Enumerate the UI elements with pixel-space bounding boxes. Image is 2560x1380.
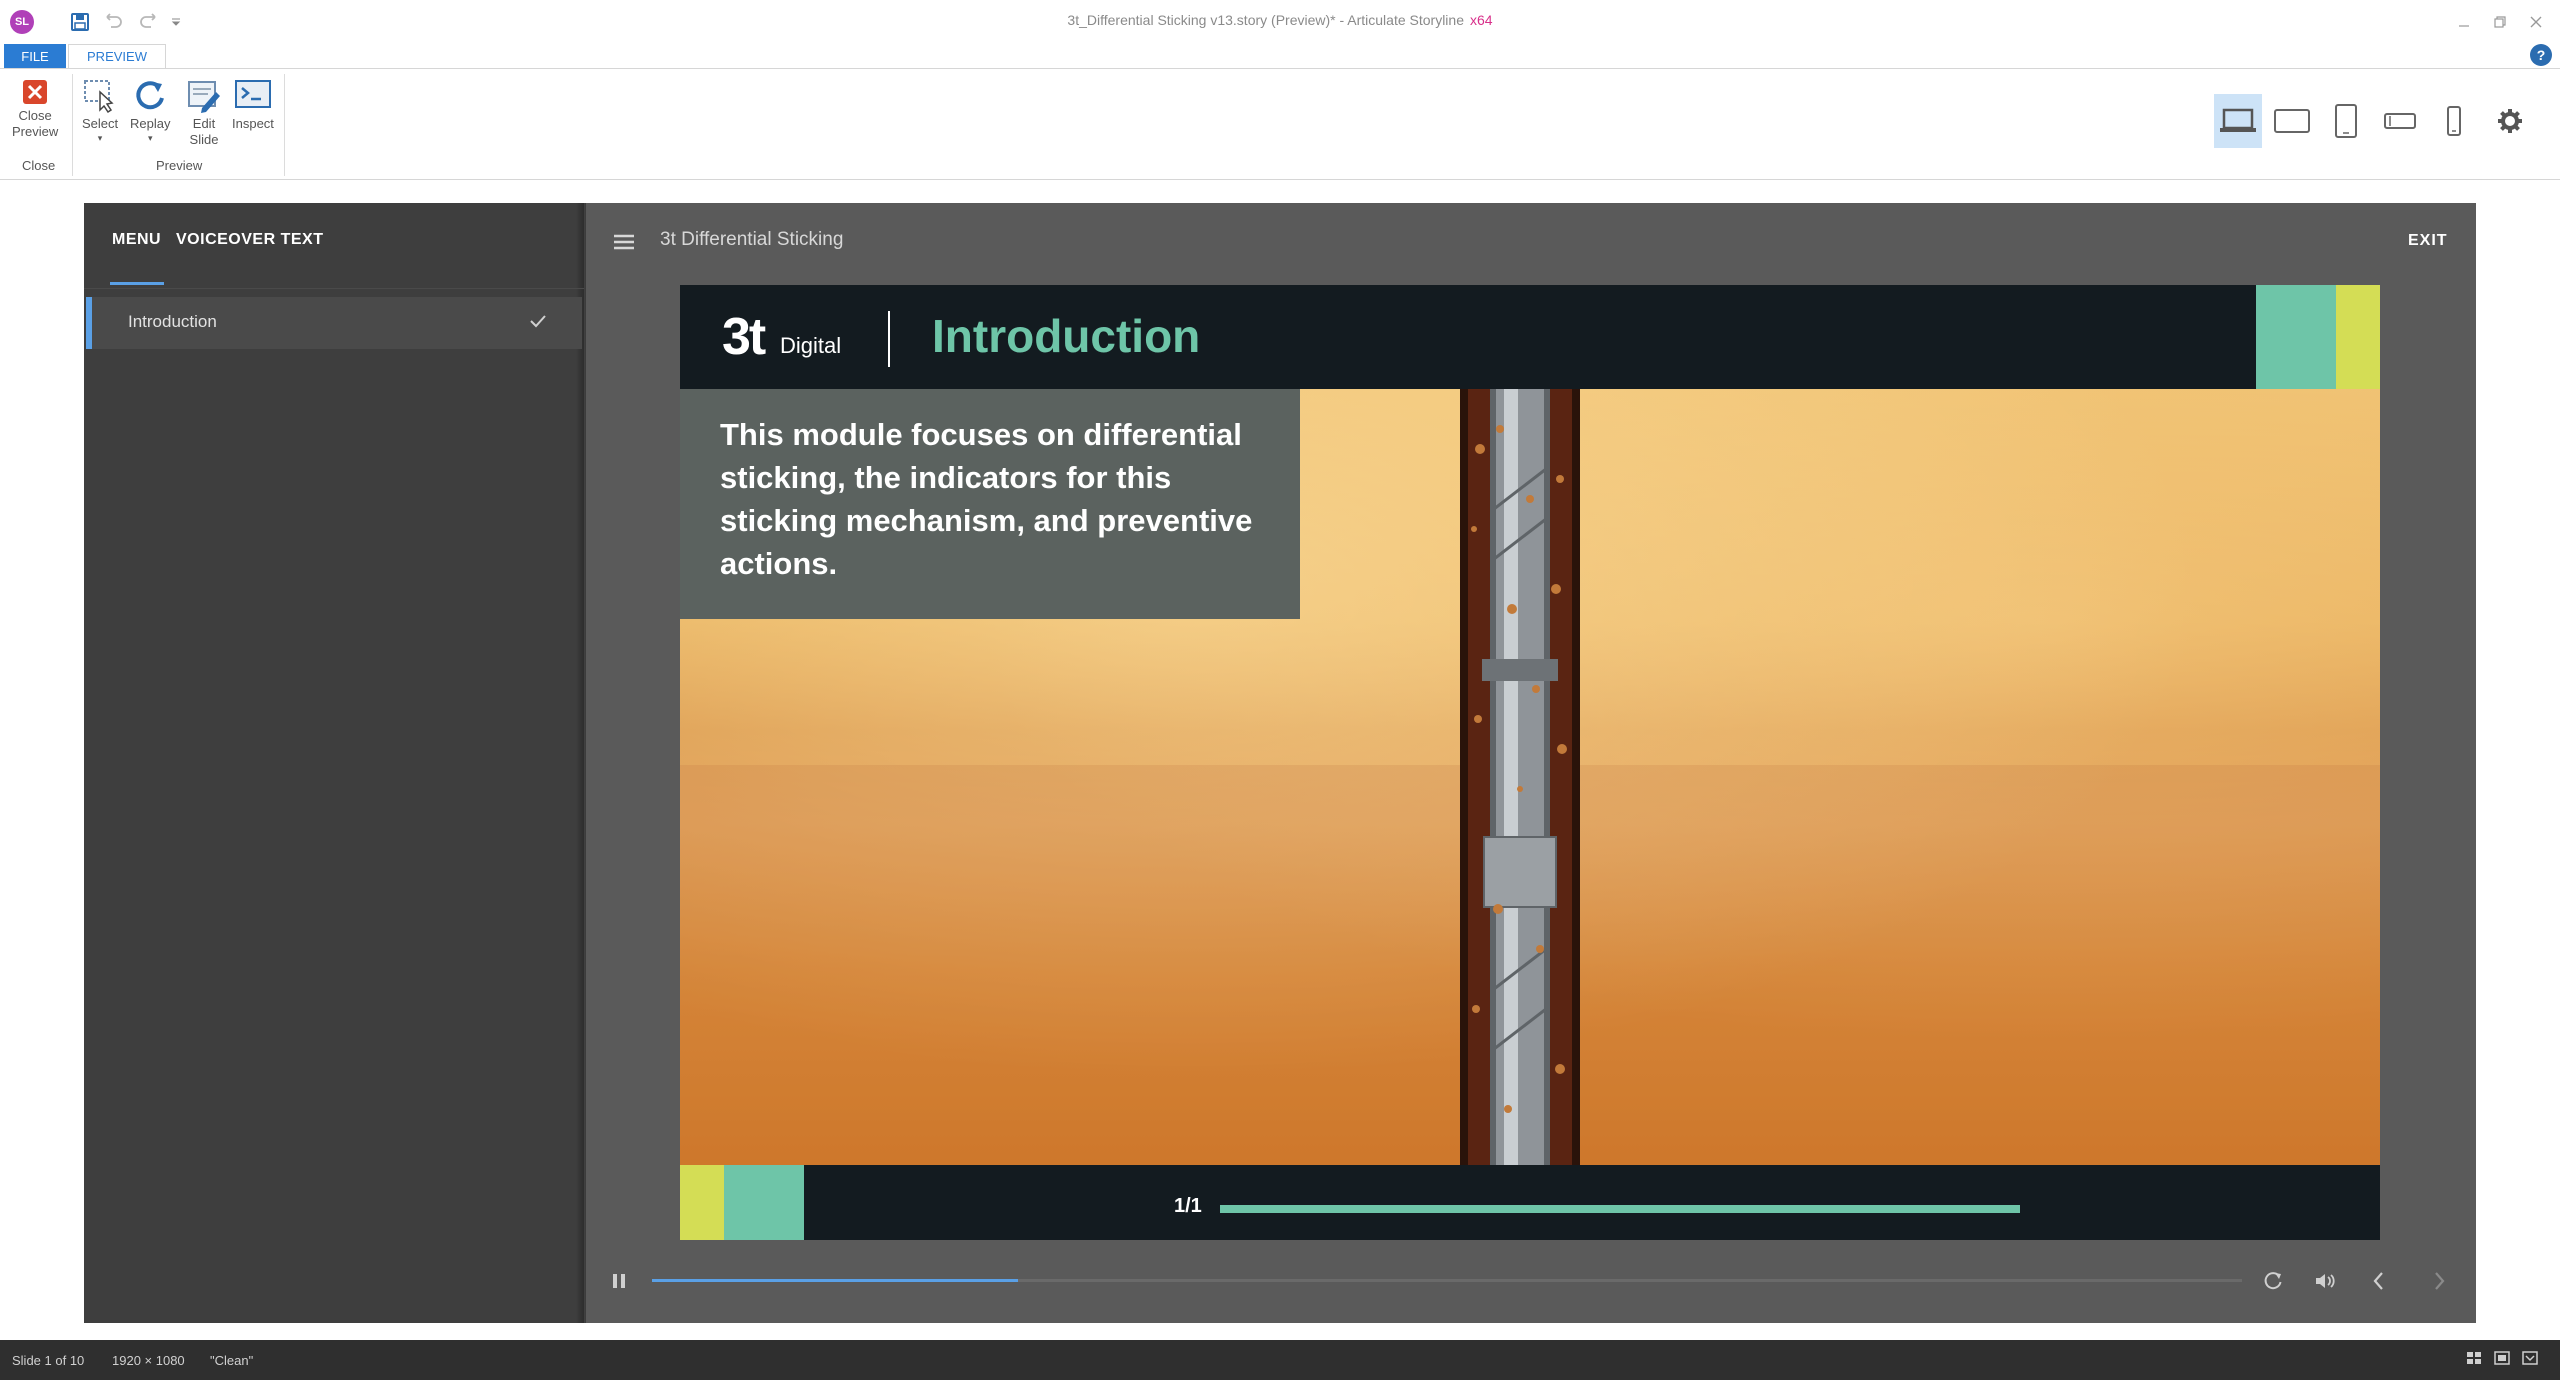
brand-logo-sub: Digital: [780, 333, 842, 358]
slide-footer: [680, 1165, 2380, 1240]
close-preview-label-2: Preview: [12, 124, 59, 139]
brand-logo: 3t: [722, 308, 766, 366]
checkmark-icon: [528, 311, 548, 336]
inspect-button[interactable]: Inspect: [232, 78, 274, 132]
replay-button[interactable]: Replay ▾: [130, 78, 171, 143]
edit-slide-label-2: Slide: [189, 132, 219, 147]
replay-dropdown-icon[interactable]: ▾: [148, 134, 153, 143]
exit-button[interactable]: EXIT: [2408, 232, 2448, 250]
active-tab-indicator: [110, 282, 164, 285]
close-x-icon: [23, 80, 48, 104]
select-label: Select: [82, 116, 119, 131]
seekbar-progress: [652, 1279, 1018, 1282]
replay-label: Replay: [130, 116, 171, 131]
select-dropdown-icon[interactable]: ▾: [98, 134, 103, 143]
restore-icon[interactable]: [2486, 10, 2514, 34]
gear-icon: [2498, 109, 2522, 133]
drill-pipe-illustration: [1460, 389, 1580, 1165]
volume-icon[interactable]: [2310, 1266, 2340, 1296]
edit-slide-label-1: Edit: [192, 116, 216, 131]
intro-text-box: This module focuses on differential stic…: [680, 389, 1300, 619]
tab-menu[interactable]: MENU: [112, 231, 161, 249]
tab-file[interactable]: FILE: [4, 44, 66, 68]
theme-status: "Clean": [210, 1353, 254, 1368]
fit-view-icon[interactable]: [2522, 1350, 2538, 1371]
slide-body-text: This module focuses on differential stic…: [720, 417, 1253, 581]
device-tablet-portrait-button[interactable]: [2322, 94, 2370, 148]
slide-canvas: 3t Digital Introduction This module focu…: [680, 285, 2380, 1240]
header-divider: [888, 311, 890, 367]
footer-yellow-accent: [680, 1165, 724, 1240]
sidebar-shadow: [576, 203, 586, 1323]
phone-landscape-icon: [2384, 113, 2416, 129]
slide-view-icon[interactable]: [2494, 1350, 2510, 1371]
tablet-portrait-icon: [2335, 104, 2357, 138]
laptop-icon: [2220, 108, 2256, 132]
footer-teal-accent: [724, 1165, 804, 1240]
previous-slide-icon[interactable]: [2364, 1266, 2394, 1296]
menu-item-selected-accent: [86, 297, 92, 349]
course-title: 3t Differential Sticking: [660, 229, 844, 250]
phone-portrait-icon: [2447, 106, 2461, 136]
device-phone-portrait-button[interactable]: [2430, 94, 2478, 148]
preview-settings-button[interactable]: [2486, 94, 2534, 148]
header-yellow-accent: [2336, 285, 2380, 389]
device-phone-landscape-button[interactable]: [2376, 94, 2424, 148]
ribbon: [0, 68, 2560, 180]
tablet-landscape-icon: [2274, 109, 2310, 133]
tab-voiceover-text[interactable]: VOICEOVER TEXT: [176, 231, 323, 249]
slide-title: Introduction: [932, 310, 1201, 362]
select-icon: [84, 80, 114, 114]
minimize-icon[interactable]: [2450, 10, 2478, 34]
slide-count-status: Slide 1 of 10: [12, 1353, 85, 1368]
window-title-text: 3t_Differential Sticking v13.story (Prev…: [1067, 12, 1464, 28]
device-tablet-landscape-button[interactable]: [2268, 94, 2316, 148]
pause-icon[interactable]: [610, 1270, 628, 1292]
page-counter: 1/1: [1174, 1195, 1202, 1217]
inspect-icon: [234, 80, 271, 108]
close-preview-button[interactable]: Close Preview: [12, 78, 58, 140]
header-teal-accent: [2256, 285, 2336, 389]
group-separator: [284, 74, 285, 176]
close-window-icon[interactable]: [2522, 10, 2550, 34]
arch-label: x64: [1470, 12, 1493, 28]
slide-progress-fill: [1220, 1205, 2020, 1213]
window-title: 3t_Differential Sticking v13.story (Prev…: [0, 12, 2560, 28]
sidebar-divider: [84, 288, 584, 289]
normal-view-icon[interactable]: [2466, 1350, 2482, 1371]
group-separator: [72, 74, 73, 176]
status-bar: [0, 1340, 2560, 1380]
select-button[interactable]: Select ▾: [82, 78, 119, 143]
menu-item-label: Introduction: [128, 312, 217, 331]
inspect-label: Inspect: [232, 116, 274, 131]
edit-slide-icon: [188, 81, 220, 113]
close-preview-label-1: Close: [18, 108, 52, 123]
device-desktop-button[interactable]: [2214, 94, 2262, 148]
replay-slide-icon[interactable]: [2258, 1266, 2288, 1296]
help-icon[interactable]: ?: [2530, 44, 2552, 66]
player-sidebar: [84, 203, 584, 1323]
preview-group-label: Preview: [156, 158, 203, 173]
edit-slide-button[interactable]: Edit Slide: [186, 78, 222, 148]
next-slide-icon[interactable]: [2424, 1266, 2454, 1296]
slide-size-status: 1920 × 1080: [112, 1353, 185, 1368]
replay-icon: [136, 81, 165, 110]
close-group-label: Close: [22, 158, 56, 173]
hamburger-menu-icon[interactable]: [612, 232, 638, 252]
tab-preview[interactable]: PREVIEW: [68, 44, 166, 68]
